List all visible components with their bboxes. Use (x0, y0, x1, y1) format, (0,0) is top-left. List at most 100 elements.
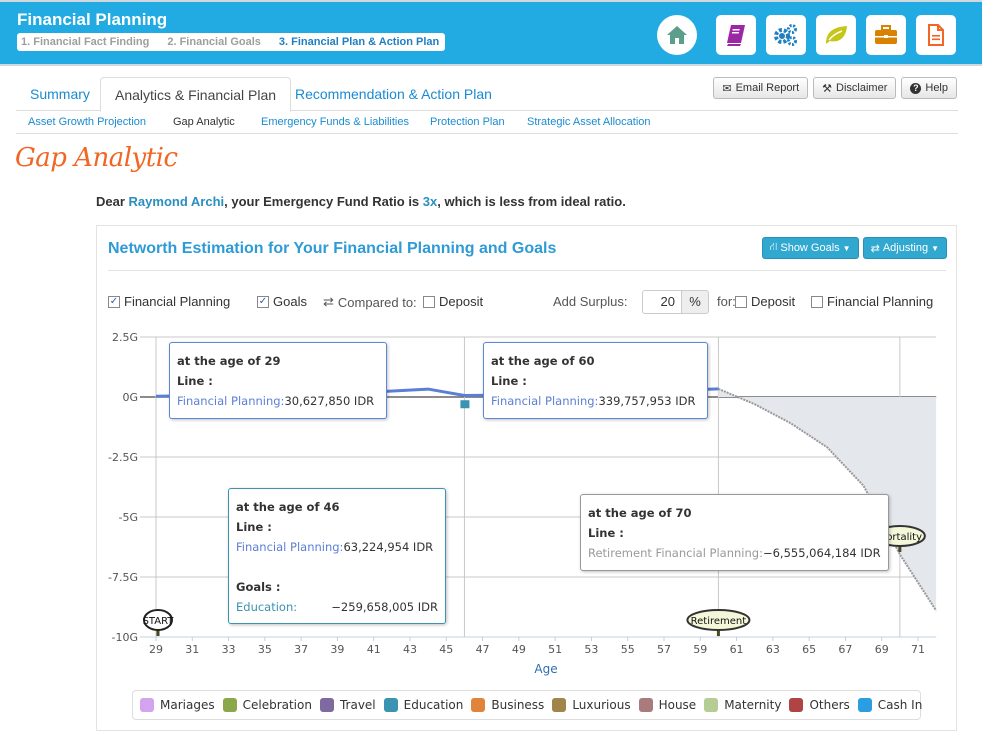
legend-label: Maternity (724, 698, 782, 712)
tooltip-title: at the age of 70 (588, 506, 692, 520)
surplus-input[interactable]: 20 (642, 290, 682, 314)
briefcase-button[interactable] (866, 15, 906, 55)
tooltip-title: at the age of 29 (177, 354, 281, 368)
for-deposit-checkbox[interactable] (735, 295, 747, 308)
show-goals-dropdown[interactable]: ⛙ Show Goals ▼ (761, 237, 859, 259)
client-name: Raymond Archi (128, 194, 225, 209)
tooltip-series-name: Financial Planning: (491, 394, 599, 408)
tooltip-line-label: Line : (491, 374, 527, 388)
emergency-fund-ratio: 3x (422, 194, 438, 209)
legend-label: Cash In (877, 698, 923, 712)
sub-tabs: Asset Growth Projection Gap Analytic Eme… (16, 112, 958, 134)
legend-item-maternity[interactable]: Maternity (704, 698, 781, 712)
greeting-prefix: Dear (96, 194, 129, 209)
deposit-checkbox[interactable] (423, 295, 435, 308)
tab-analytics-financial-plan[interactable]: Analytics & Financial Plan (100, 77, 292, 112)
financial-planning-checkbox[interactable]: ✓ (108, 295, 120, 308)
legend-item-celebration[interactable]: Celebration (222, 698, 312, 712)
greeting-suffix: , which is less from ideal ratio. (437, 194, 626, 209)
legend-item-business[interactable]: Business (471, 698, 544, 712)
tooltip-line-label: Line : (588, 526, 624, 540)
compared-to: ⇄ Compared to: (323, 294, 417, 310)
legend-label: Education (403, 698, 464, 712)
home-icon (667, 26, 687, 44)
tab-recommendation-action-plan[interactable]: Recommendation & Action Plan (281, 77, 506, 111)
for-financial-planning-checkbox[interactable] (811, 295, 823, 308)
subtab-asset-growth-projection[interactable]: Asset Growth Projection (28, 116, 146, 128)
deposit-label: Deposit (439, 294, 484, 309)
step-fact-finding[interactable]: 1. Financial Fact Finding (21, 36, 149, 48)
tooltip-series-value: −6,555,064,184 IDR (762, 546, 881, 560)
email-report-button[interactable]: ✉ Email Report (713, 77, 809, 99)
tooltip-title: at the age of 60 (491, 354, 595, 368)
for-financial-planning-label: Financial Planning (827, 294, 934, 309)
legend-swatch (383, 698, 398, 712)
legend-label: House (658, 698, 697, 712)
chart-options: ✓ Financial Planning ✓ Goals ⇄ Compared … (108, 290, 948, 314)
for-label: for: (717, 294, 736, 309)
subtab-emergency-funds-liabilities[interactable]: Emergency Funds & Liabilities (261, 116, 409, 128)
for-deposit-label: Deposit (751, 294, 796, 309)
leaf-button[interactable] (816, 15, 856, 55)
briefcase-icon (875, 25, 897, 44)
legend-item-luxurious[interactable]: Luxurious (552, 698, 631, 712)
tooltip-series-name: Financial Planning: (177, 394, 285, 408)
settings-button[interactable] (766, 15, 806, 55)
caret-down-icon: ▼ (931, 243, 939, 253)
goals-toggle[interactable]: ✓ Goals (257, 294, 307, 309)
panel-actions: ⛙ Show Goals ▼ ⇄ Adjusting ▼ (758, 237, 947, 259)
goals-legend: Mariages Celebration Travel Education Busine… (132, 690, 923, 720)
document-button[interactable] (916, 15, 956, 55)
tooltip-line-label: Line : (236, 520, 272, 534)
tab-summary[interactable]: Summary (16, 77, 104, 111)
step-financial-goals[interactable]: 2. Financial Goals (167, 36, 261, 48)
legend-item-cash-in[interactable]: Cash In (857, 698, 923, 712)
legend-swatch (857, 698, 872, 712)
legend-swatch (704, 698, 719, 712)
road-icon: ⛙ (769, 241, 778, 253)
tooltip-series-value: 63,224,954 IDR (343, 540, 434, 554)
document-icon (928, 24, 944, 46)
step-breadcrumb: 1. Financial Fact Finding 2. Financial G… (17, 33, 446, 51)
subtab-gap-analytic[interactable]: Gap Analytic (173, 116, 235, 128)
greeting-message: Dear Raymond Archi, your Emergency Fund … (96, 194, 626, 209)
tooltip-goal-name: Education: (236, 600, 298, 614)
email-report-label: Email Report (735, 82, 800, 94)
tooltip-age-29: at the age of 29 Line : Financial Planni… (169, 342, 387, 419)
legend-label: Others (809, 698, 850, 712)
tooltip-series-value: 30,627,850 IDR (284, 394, 375, 408)
envelope-icon: ✉ (722, 82, 732, 95)
legend-item-house[interactable]: House (638, 698, 697, 712)
deposit-toggle[interactable]: Deposit (423, 294, 483, 309)
legend-item-others[interactable]: Others (789, 698, 850, 712)
legend-item-mariages[interactable]: Mariages (140, 698, 215, 712)
tooltip-age-46: at the age of 46 Line : Financial Planni… (228, 488, 446, 624)
legend-label: Luxurious (572, 698, 631, 712)
for-deposit-toggle[interactable]: Deposit (735, 294, 795, 309)
legend-label: Mariages (160, 698, 215, 712)
legend-label: Business (491, 698, 545, 712)
subtab-strategic-asset-allocation[interactable]: Strategic Asset Allocation (527, 116, 651, 128)
legend-swatch (319, 698, 334, 712)
legend-item-travel[interactable]: Travel (319, 698, 376, 712)
tooltip-row: Retirement Financial Planning:−6,555,064… (588, 543, 881, 563)
goals-checkbox[interactable]: ✓ (257, 295, 269, 308)
financial-planning-label: Financial Planning (124, 294, 231, 309)
legend-label: Celebration (242, 698, 312, 712)
subtab-protection-plan[interactable]: Protection Plan (430, 116, 505, 128)
for-financial-planning-toggle[interactable]: Financial Planning (811, 294, 933, 309)
disclaimer-button[interactable]: ⚒ Disclaimer (813, 77, 897, 99)
adjusting-dropdown[interactable]: ⇄ Adjusting ▼ (862, 237, 947, 259)
help-label: Help (925, 82, 948, 94)
add-surplus-label: Add Surplus: (553, 294, 628, 309)
step-financial-plan[interactable]: 3. Financial Plan & Action Plan (279, 36, 439, 48)
home-button[interactable] (657, 15, 697, 55)
leaf-icon (826, 26, 847, 44)
book-button[interactable] (716, 15, 756, 55)
exchange-icon: ⇄ (323, 294, 334, 309)
help-button[interactable]: ? Help (901, 77, 957, 99)
page-title: Gap Analytic (15, 143, 178, 173)
legend-item-education[interactable]: Education (383, 698, 464, 712)
financial-planning-toggle[interactable]: ✓ Financial Planning (108, 294, 230, 309)
tooltip-series-name: Retirement Financial Planning: (588, 546, 763, 560)
